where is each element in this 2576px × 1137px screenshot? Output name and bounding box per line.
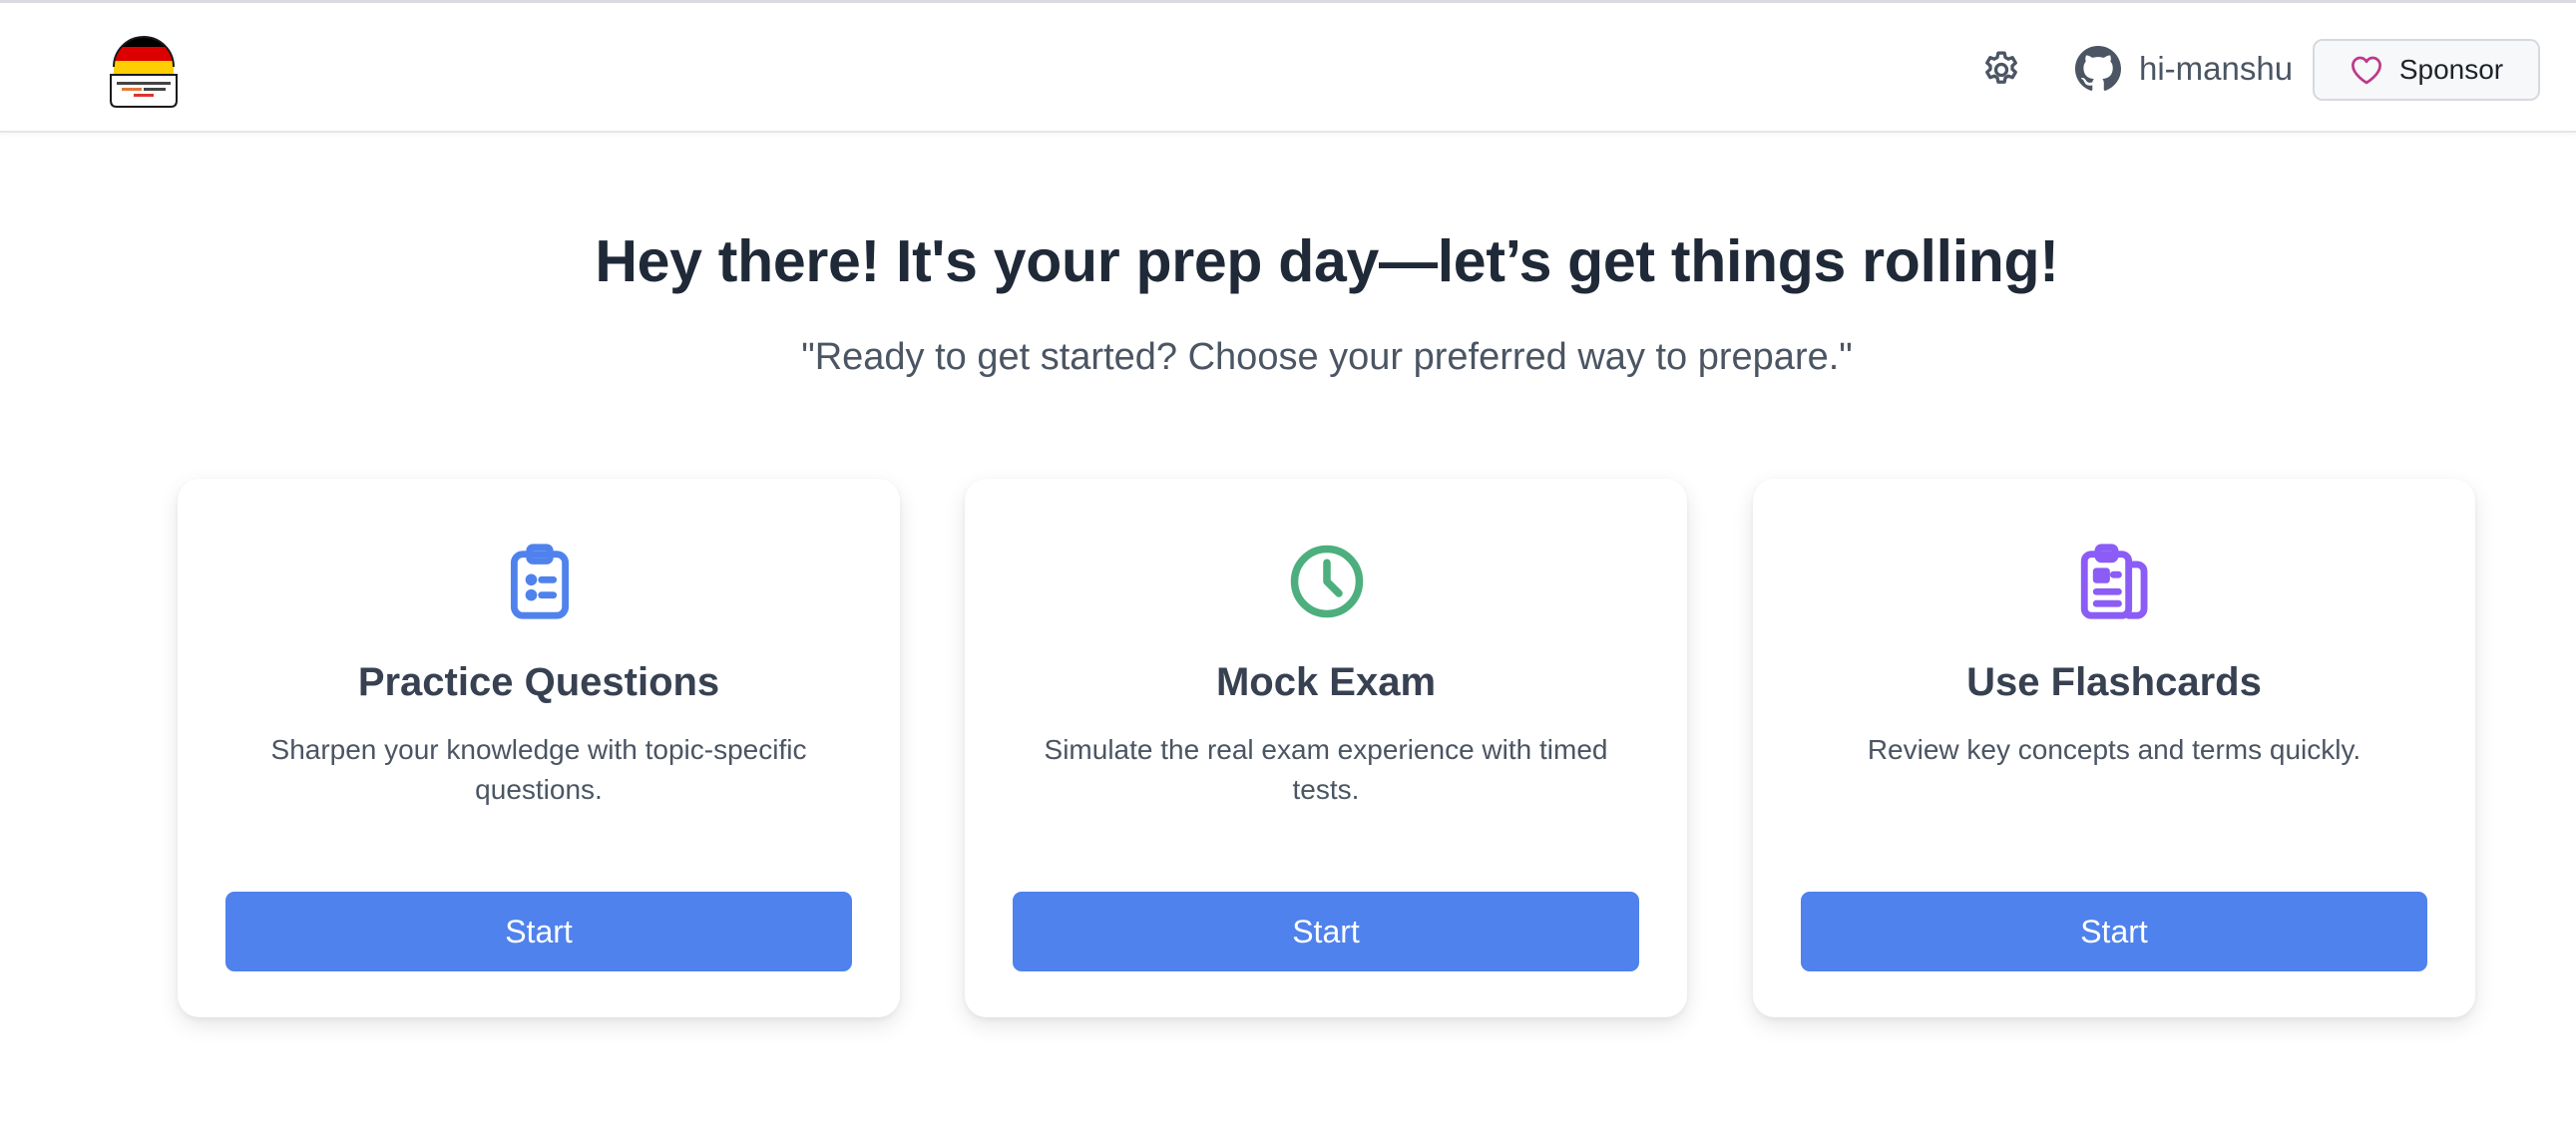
page-title: Hey there! It's your prep day—let’s get …	[595, 228, 2059, 294]
mock-exam-card: Mock Exam Simulate the real exam experie…	[965, 479, 1687, 1017]
card-title: Use Flashcards	[1966, 660, 2262, 704]
app-logo[interactable]	[108, 29, 180, 109]
card-title: Mock Exam	[1215, 660, 1437, 704]
card-description: Simulate the real exam experience with t…	[1044, 734, 1608, 805]
gear-icon	[1985, 51, 2017, 84]
sponsor-label: Sponsor	[2398, 54, 2504, 85]
flashcards-card: Use Flashcards Review key concepts and t…	[1753, 479, 2475, 1017]
flashcards-icon	[2080, 544, 2148, 619]
sponsor-button[interactable]: Sponsor	[2313, 39, 2540, 101]
github-profile-link[interactable]: hi-manshu	[2075, 41, 2293, 97]
navbar: hi-manshu Sponsor	[0, 3, 2576, 133]
practice-questions-start-button[interactable]: Start	[225, 892, 852, 971]
germany-flag-bell-logo-icon	[110, 36, 178, 108]
clock-icon	[1290, 545, 1364, 618]
page-subtitle: "Ready to get started? Choose your prefe…	[801, 336, 1853, 378]
flashcards-start-button[interactable]: Start	[1801, 892, 2427, 971]
settings-button[interactable]	[1975, 44, 2027, 96]
card-description: Sharpen your knowledge with topic-specif…	[270, 734, 807, 805]
mock-exam-start-button[interactable]: Start	[1013, 892, 1639, 971]
practice-questions-card: Practice Questions Sharpen your knowledg…	[178, 479, 900, 1017]
clipboard-list-icon	[510, 544, 570, 619]
github-icon	[2075, 46, 2121, 91]
card-description: Review key concepts and terms quickly.	[1867, 734, 2361, 765]
heart-icon	[2351, 56, 2381, 85]
github-username: hi-manshu	[2139, 50, 2294, 87]
card-title: Practice Questions	[357, 660, 720, 704]
